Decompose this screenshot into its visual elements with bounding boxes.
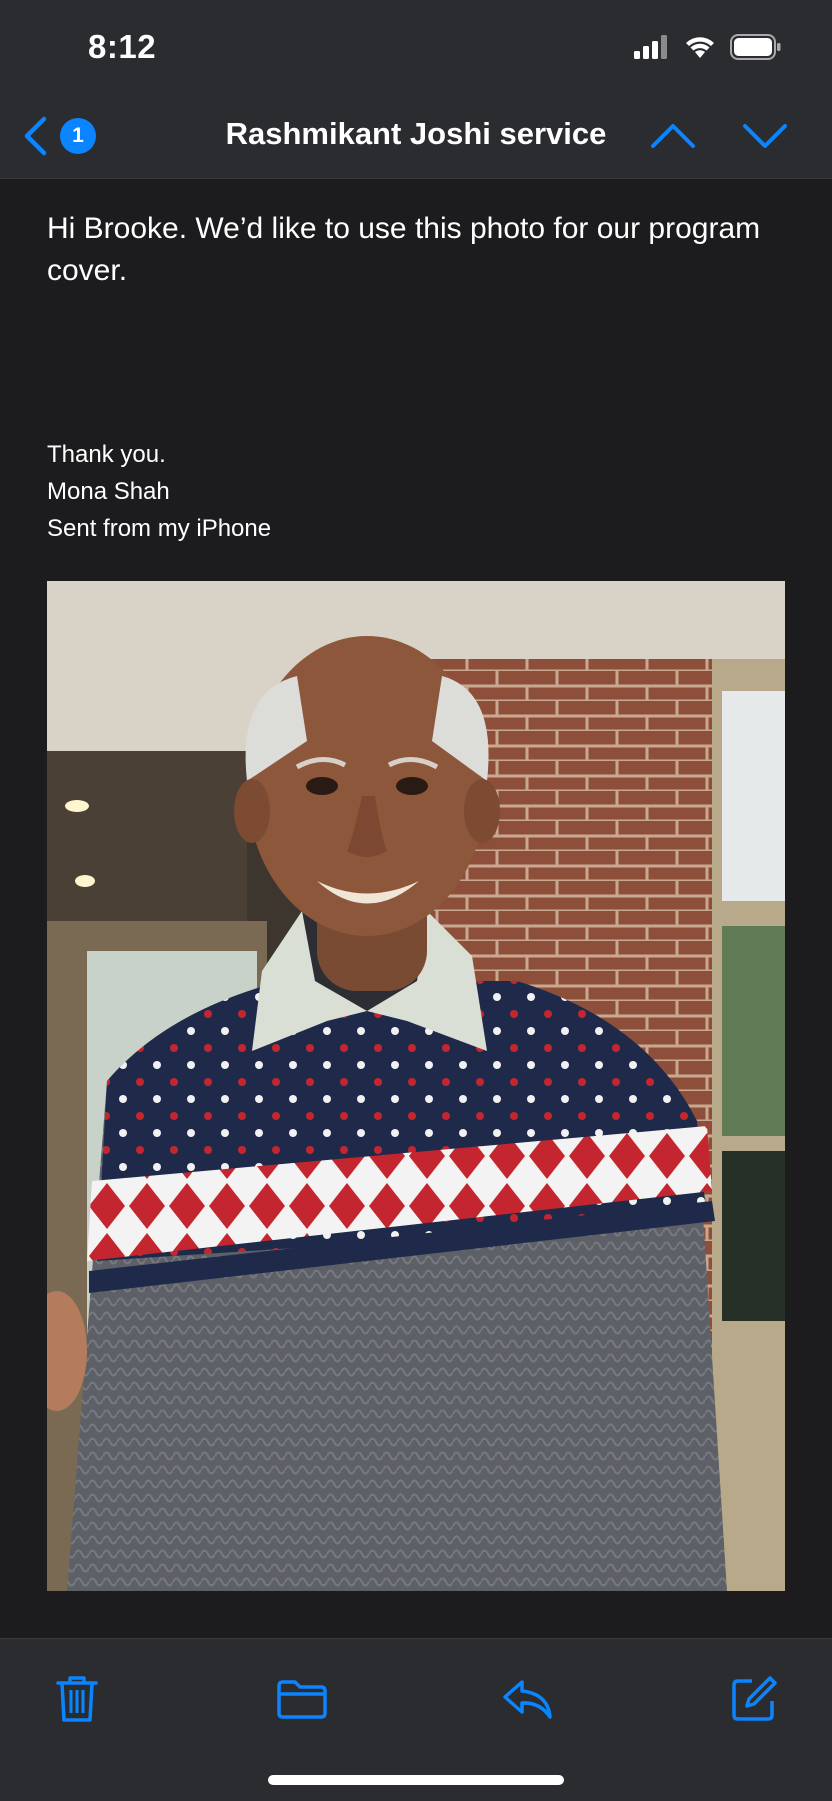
cellular-signal-icon xyxy=(634,35,667,59)
folder-icon xyxy=(277,1680,327,1719)
trash-icon xyxy=(56,1676,98,1722)
status-time: 8:12 xyxy=(88,28,157,65)
compose-icon xyxy=(732,1676,777,1721)
battery-icon xyxy=(730,34,781,60)
back-button[interactable]: 1 xyxy=(22,110,112,162)
next-message-button[interactable] xyxy=(740,114,790,158)
status-icons xyxy=(634,32,782,62)
reply-icon xyxy=(503,1680,552,1719)
signature-line: Thank you. xyxy=(47,441,166,468)
signature-name: Mona Shah xyxy=(47,478,170,505)
status-bar: 8:12 xyxy=(0,0,832,96)
nav-bar: 1 Rashmikant Joshi service xyxy=(0,96,832,179)
signature-sent-from: Sent from my iPhone xyxy=(47,515,272,542)
previous-message-button[interactable] xyxy=(648,114,698,158)
photo-illustration xyxy=(47,581,785,1591)
email-signature: Thank you. Mona Shah Sent from my iPhone xyxy=(47,436,271,547)
email-body-text: Hi Brooke. We’d like to use this photo f… xyxy=(47,212,761,287)
wifi-icon xyxy=(686,37,714,58)
chevron-up-icon xyxy=(651,124,695,148)
chevron-down-icon xyxy=(743,124,787,148)
move-to-folder-button[interactable] xyxy=(272,1669,332,1729)
chevron-left-icon xyxy=(24,116,47,156)
delete-button[interactable] xyxy=(47,1669,107,1729)
email-subject-title: Rashmikant Joshi service xyxy=(225,116,607,151)
unread-count-badge: 1 xyxy=(60,118,96,154)
reply-button[interactable] xyxy=(498,1669,558,1729)
compose-button[interactable] xyxy=(724,1669,784,1729)
attached-photo[interactable] xyxy=(47,581,785,1591)
home-indicator[interactable] xyxy=(268,1775,564,1785)
